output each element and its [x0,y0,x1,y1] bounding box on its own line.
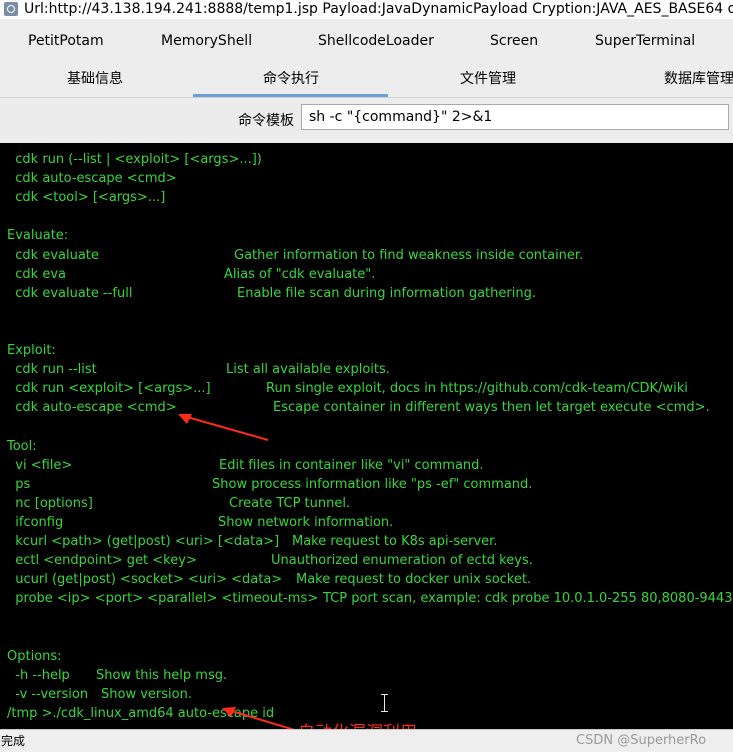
terminal-line-command: ucurl (get|post) <socket> <uri> <data> [7,572,283,587]
terminal-line-description: Show this help msg. [96,668,228,683]
terminal-line-command: cdk eva [7,267,66,282]
terminal-line-description: Show process information like "ps -ef" c… [212,477,533,492]
terminal-line-command: cdk run (--list | <exploit> [<args>...]) [7,152,262,167]
terminal-line: cdk run <exploit> [<args>...] [7,379,211,398]
terminal-line-description: Escape container in different ways then … [273,400,710,415]
tab-basic-info[interactable]: 基础信息 [67,64,123,94]
terminal-line-description: Make request to docker unix socket. [296,572,532,587]
terminal-line-command: -h --help [7,668,70,683]
terminal-line: -h --help [7,666,70,685]
tab-database-manager[interactable]: 数据库管理 [664,64,733,94]
tab-petitpotam[interactable]: PetitPotam [28,19,104,64]
annotation-arrows [178,414,295,729]
arrow-auto-escape-head [178,414,192,424]
tab-command-exec[interactable]: 命令执行 [263,64,319,94]
terminal-line-command: vi <file> [7,458,73,473]
terminal-line: cdk auto-escape <cmd> [7,398,177,417]
plugin-tab-bar: PetitPotam MemoryShell ShellcodeLoader S… [0,19,733,65]
terminal-line-command: /tmp >./cdk_linux_amd64 auto-escape id [7,706,275,721]
terminal-line: cdk evaluate --full [7,284,132,303]
terminal-line-description: Run single exploit, docs in https://gith… [266,381,688,396]
window-title: Url:http://43.138.194.241:8888/temp1.jsp… [24,1,733,17]
text-cursor-icon [381,694,388,712]
terminal-line-command: nc [options] [7,496,93,511]
terminal-line-command: cdk run <exploit> [<args>...] [7,381,211,396]
main-tab-bar: 基础信息 命令执行 文件管理 数据库管理 [0,64,733,97]
terminal-line: cdk <tool> [<args>...] [7,188,165,207]
terminal-line: /tmp >./cdk_linux_amd64 auto-escape id [7,704,274,723]
tab-shellcodeloader[interactable]: ShellcodeLoader [318,19,434,64]
terminal-line-command: ifconfig [7,515,64,530]
terminal-line-command: cdk evaluate [7,248,99,263]
terminal-line: Options: [7,647,62,666]
terminal-line: ucurl (get|post) <socket> <uri> <data> [7,570,282,589]
tab-memoryshell[interactable]: MemoryShell [161,19,252,64]
terminal-line: Tool: [7,437,37,456]
terminal-line: ectl <endpoint> get <key> [7,551,197,570]
terminal-line: Evaluate: [7,226,68,245]
terminal-line: ifconfig [7,513,63,532]
terminal-line-description: Show network information. [218,515,394,530]
terminal-line: ps [7,475,30,494]
terminal-line-command: ps [7,477,31,492]
command-template-label: 命令模板 [238,113,294,129]
terminal-line-command: Tool: [7,439,37,454]
terminal-line-command: ectl <endpoint> get <key> [7,553,197,568]
terminal-line-command: -v --version [7,687,89,702]
terminal-line-command: cdk auto-escape <cmd> [7,171,177,186]
terminal-line-command: cdk auto-escape <cmd> [7,400,177,415]
terminal-line-command: Exploit: [7,343,56,358]
terminal-line-description: Create TCP tunnel. [229,496,351,511]
terminal-line-description: Gather information to find weakness insi… [234,248,584,263]
terminal-line-description: TCP port scan, example: cdk probe 10.0.1… [323,591,733,606]
tab-screen[interactable]: Screen [490,19,538,64]
command-template-input[interactable] [301,104,729,130]
watermark: CSDN @SuperherRo [576,733,707,748]
terminal-line-description: Unauthorized enumeration of ectd keys. [271,553,533,568]
terminal-output[interactable]: cdk run (--list | <exploit> [<args>...])… [0,143,733,729]
terminal-line-command: probe <ip> <port> <parallel> <timeout-ms… [7,591,319,606]
terminal-line: cdk eva [7,265,66,284]
terminal-line: cdk auto-escape <cmd> [7,169,177,188]
terminal-line: cdk evaluate [7,246,99,265]
status-text: 完成 [1,734,26,748]
terminal-line-command: kcurl <path> (get|post) <uri> [<data>] [7,534,280,549]
terminal-line: Exploit: [7,341,56,360]
terminal-line-description: Show version. [101,687,192,702]
terminal-line: cdk run (--list | <exploit> [<args>...]) [7,150,262,169]
terminal-line-command: cdk run --list [7,362,97,377]
terminal-line: kcurl <path> (get|post) <uri> [<data>] [7,532,279,551]
terminal-line: probe <ip> <port> <parallel> <timeout-ms… [7,589,318,608]
terminal-line-command: Options: [7,649,62,664]
terminal-line-description: Enable file scan during information gath… [237,286,536,301]
terminal-line-description: Alias of "cdk evaluate". [224,267,376,282]
arrow-auto-escape [179,414,269,441]
terminal-line-description: Make request to K8s api-server. [292,534,498,549]
terminal-line-command: cdk evaluate --full [7,286,133,301]
tab-superterminal[interactable]: SuperTerminal [595,19,695,64]
terminal-line-command: Evaluate: [7,228,69,243]
status-bar: 完成 CSDN @SuperherRo [0,729,733,751]
terminal-line-description: Edit files in container like "vi" comman… [219,458,484,473]
terminal-line: nc [options] [7,494,93,513]
annotation-label: 自动化漏洞利用 [298,718,417,729]
terminal-line: -v --version [7,685,88,704]
terminal-line: cdk run --list [7,360,97,379]
terminal-line: vi <file> [7,456,72,475]
tab-file-manager[interactable]: 文件管理 [460,64,516,94]
app-icon [4,2,18,16]
terminal-line-command: cdk <tool> [<args>...] [7,190,166,205]
window-titlebar: Url:http://43.138.194.241:8888/temp1.jsp… [0,0,733,19]
terminal-line-description: List all available exploits. [226,362,390,377]
